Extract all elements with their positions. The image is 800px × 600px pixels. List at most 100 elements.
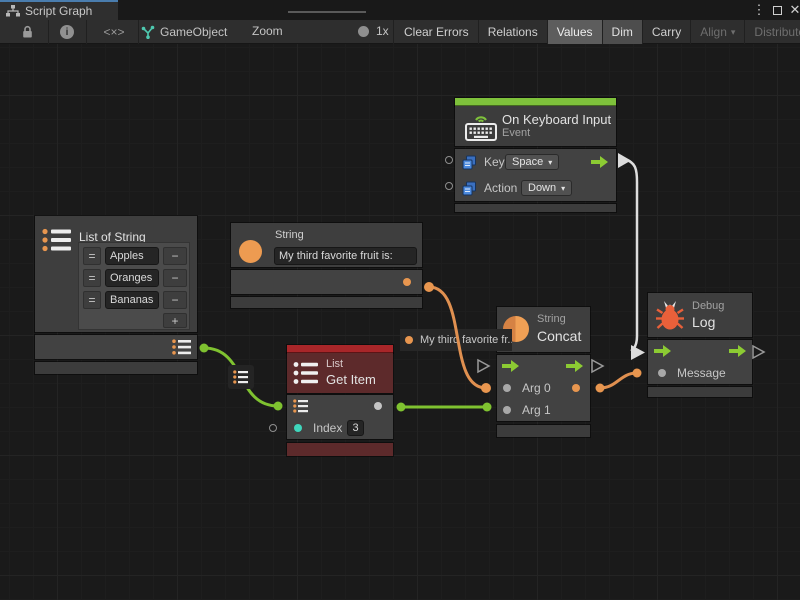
list-editor: = − = − = − + bbox=[78, 242, 190, 330]
list-item-input[interactable] bbox=[105, 269, 159, 287]
action-enum-icon bbox=[462, 181, 477, 196]
dim-toggle[interactable]: Dim bbox=[603, 20, 643, 44]
wire-value-tooltip: My third favorite fr... bbox=[400, 329, 512, 351]
code-view-button[interactable]: <×> bbox=[90, 20, 138, 44]
index-value-input[interactable] bbox=[347, 420, 364, 436]
node-log[interactable]: Debug Log Message bbox=[648, 293, 752, 397]
window-maximize-button[interactable] bbox=[768, 1, 786, 19]
lock-button[interactable] bbox=[12, 20, 42, 44]
zoom-value: 1x bbox=[376, 24, 389, 38]
wire-event-to-log-flow[interactable] bbox=[624, 159, 637, 351]
string-output-port[interactable] bbox=[403, 278, 411, 286]
tab-script-graph[interactable]: Script Graph bbox=[0, 0, 118, 20]
node-on-keyboard-input[interactable]: On Keyboard Input Event Key Space▾ bbox=[455, 98, 616, 212]
arg1-label: Arg 1 bbox=[522, 403, 551, 417]
flow-output-port[interactable] bbox=[729, 345, 746, 357]
graph-target-selector[interactable]: GameObject bbox=[140, 20, 227, 44]
relations-button[interactable]: Relations bbox=[479, 20, 548, 44]
action-input-port[interactable] bbox=[445, 182, 453, 190]
arg0-port-dot[interactable] bbox=[503, 384, 511, 392]
distribute-dropdown[interactable]: Distribute▾ bbox=[745, 20, 800, 44]
flow-wire-start-arrow[interactable] bbox=[618, 153, 631, 168]
wire-endpoint[interactable] bbox=[424, 282, 434, 292]
zoom-slider-track[interactable] bbox=[288, 11, 366, 13]
index-port-dot[interactable] bbox=[294, 424, 302, 432]
action-port-label: Action bbox=[484, 181, 517, 195]
concat-flow-out-triangle[interactable] bbox=[592, 360, 603, 372]
script-graph-icon bbox=[140, 25, 155, 39]
code-icon: <×> bbox=[103, 25, 124, 39]
list-icon bbox=[42, 228, 72, 252]
event-node-accent-bar bbox=[455, 98, 616, 106]
key-dropdown[interactable]: Space▾ bbox=[505, 154, 559, 170]
error-footer bbox=[287, 443, 393, 456]
chevron-down-icon: ▾ bbox=[561, 184, 565, 193]
flow-input-port[interactable] bbox=[502, 360, 519, 372]
remove-item-button[interactable]: − bbox=[163, 291, 187, 309]
remove-item-button[interactable]: − bbox=[163, 269, 187, 287]
flow-output-port[interactable] bbox=[591, 156, 608, 168]
error-accent-bar bbox=[287, 345, 393, 353]
window-menu-button[interactable]: ⋮ bbox=[750, 1, 768, 19]
debug-bug-icon bbox=[655, 299, 685, 331]
item-output-port[interactable] bbox=[374, 402, 382, 410]
key-input-port[interactable] bbox=[445, 156, 453, 164]
list-item-input[interactable] bbox=[105, 291, 159, 309]
maximize-icon bbox=[773, 6, 782, 15]
wire-endpoint[interactable] bbox=[481, 383, 491, 393]
align-dropdown[interactable]: Align▾ bbox=[691, 20, 745, 44]
flow-output-port[interactable] bbox=[566, 360, 583, 372]
carry-button[interactable]: Carry bbox=[643, 20, 691, 44]
node-list-of-string[interactable]: List of String = − = − = − + bbox=[35, 216, 197, 374]
node-concat[interactable]: String Concat Arg 0 Arg 1 bbox=[497, 307, 590, 437]
graph-canvas[interactable]: On Keyboard Input Event Key Space▾ bbox=[0, 44, 800, 600]
list-output-icon bbox=[172, 339, 192, 355]
node-get-item[interactable]: List Get Item Index bbox=[287, 345, 393, 456]
flow-wire-end-arrow[interactable] bbox=[631, 345, 645, 360]
wire-endpoint[interactable] bbox=[200, 344, 209, 353]
values-toggle[interactable]: Values bbox=[548, 20, 603, 44]
wire-endpoint[interactable] bbox=[274, 402, 283, 411]
remove-item-button[interactable]: − bbox=[163, 247, 187, 265]
zoom-slider-handle[interactable] bbox=[358, 26, 369, 37]
info-button[interactable]: i bbox=[52, 20, 82, 44]
drag-handle[interactable]: = bbox=[83, 291, 101, 309]
node-category: Debug bbox=[692, 300, 724, 312]
gameobject-label: GameObject bbox=[160, 25, 227, 39]
script-graph-window: Script Graph ⋮ ✕ i <×> bbox=[0, 0, 800, 600]
info-icon: i bbox=[60, 25, 74, 39]
result-output-port[interactable] bbox=[572, 384, 580, 392]
list-icon bbox=[233, 370, 249, 384]
get-item-index-port[interactable] bbox=[269, 424, 277, 432]
window-close-button[interactable]: ✕ bbox=[786, 1, 800, 19]
node-title: Concat bbox=[537, 328, 581, 344]
arg0-label: Arg 0 bbox=[522, 381, 551, 395]
drag-handle[interactable]: = bbox=[83, 247, 101, 265]
wire-endpoint[interactable] bbox=[633, 369, 642, 378]
drag-handle[interactable]: = bbox=[83, 269, 101, 287]
title-bar: Script Graph ⋮ ✕ bbox=[0, 0, 800, 20]
log-flow-out-triangle[interactable] bbox=[753, 346, 764, 358]
node-title: Get Item bbox=[326, 372, 376, 387]
zoom-label: Zoom bbox=[252, 24, 283, 38]
add-item-button[interactable]: + bbox=[163, 313, 187, 328]
graph-hierarchy-icon bbox=[6, 5, 20, 17]
node-string-literal[interactable]: String bbox=[231, 223, 422, 308]
wire-endpoint[interactable] bbox=[483, 403, 492, 412]
wire-endpoint[interactable] bbox=[596, 384, 605, 393]
arg1-port-dot[interactable] bbox=[503, 406, 511, 414]
concat-flow-in-triangle[interactable] bbox=[478, 360, 489, 372]
list-icon bbox=[293, 361, 319, 385]
chevron-down-icon: ▾ bbox=[731, 27, 736, 38]
node-title: On Keyboard Input bbox=[502, 112, 611, 127]
key-port-label: Key bbox=[484, 155, 505, 169]
message-port-dot[interactable] bbox=[658, 369, 666, 377]
list-item-input[interactable] bbox=[105, 247, 159, 265]
clear-errors-button[interactable]: Clear Errors bbox=[395, 20, 479, 44]
flow-input-port[interactable] bbox=[654, 345, 671, 357]
wire-concat-to-log[interactable] bbox=[600, 373, 637, 388]
action-dropdown[interactable]: Down▾ bbox=[521, 180, 572, 196]
wire-endpoint[interactable] bbox=[397, 403, 406, 412]
string-value-input[interactable] bbox=[274, 247, 417, 265]
keycode-icon bbox=[462, 155, 477, 170]
